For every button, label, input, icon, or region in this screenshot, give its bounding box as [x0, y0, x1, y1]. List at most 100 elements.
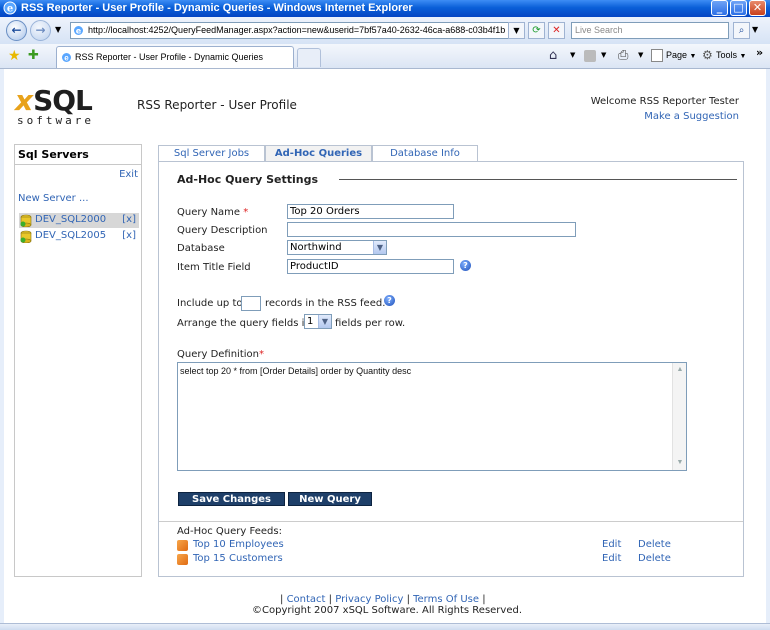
history-dropdown-icon[interactable]: ▼	[55, 25, 61, 34]
page-menu-button[interactable]: Page ▼	[666, 50, 696, 60]
feed-edit-link[interactable]: Edit	[602, 553, 621, 564]
new-server-link[interactable]: New Server ...	[18, 193, 89, 204]
tools-dropdown-icon: ▼	[739, 53, 747, 60]
section-title: Ad-Hoc Query Settings	[177, 173, 319, 186]
footer-separator: |	[280, 594, 284, 605]
item-title-field-input[interactable]: ProductID	[287, 259, 454, 274]
query-name-input[interactable]: Top 20 Orders	[287, 204, 454, 219]
chevron-down-icon: ▼	[373, 241, 386, 254]
feeds-header: Ad-Hoc Query Feeds:	[177, 526, 282, 537]
feed-edit-link[interactable]: Edit	[602, 539, 621, 550]
address-dropdown-button[interactable]: ▼	[508, 22, 525, 39]
database-select[interactable]: Northwind ▼	[287, 240, 387, 255]
fields-per-row-select[interactable]: 1 ▼	[304, 314, 332, 329]
search-options-icon[interactable]: ▼	[752, 25, 758, 34]
rss-icon	[177, 554, 188, 565]
remove-server-link[interactable]: [x]	[122, 230, 136, 241]
feed-link-top-15-customers[interactable]: Top 15 Customers	[193, 553, 283, 564]
section-divider	[339, 179, 737, 180]
search-button[interactable]: ⌕	[733, 22, 750, 39]
tab-ad-hoc-queries[interactable]: Ad-Hoc Queries	[265, 145, 372, 162]
browser-tab-title: RSS Reporter - User Profile - Dynamic Qu…	[75, 52, 264, 62]
copyright-text: ©Copyright 2007 xSQL Software. All Right…	[252, 605, 523, 616]
tab-sql-server-jobs[interactable]: Sql Server Jobs	[158, 145, 265, 161]
refresh-button[interactable]: ⟳	[528, 22, 545, 39]
database-icon	[20, 230, 32, 243]
feed-delete-link[interactable]: Delete	[638, 553, 671, 564]
footer-separator: |	[328, 594, 333, 605]
query-definition-label-text: Query Definition	[177, 349, 259, 360]
tools-menu-button[interactable]: Tools ▼	[716, 50, 746, 60]
textarea-scrollbar[interactable]: ▲ ▼	[672, 363, 686, 470]
browser-tab[interactable]: e RSS Reporter - User Profile - Dynamic …	[56, 46, 294, 68]
scroll-up-icon[interactable]: ▲	[674, 364, 686, 376]
stop-icon: ✕	[552, 25, 561, 36]
footer-links: | Contact | Privacy Policy | Terms Of Us…	[280, 594, 486, 605]
maximize-button[interactable]: □	[730, 0, 747, 16]
home-dropdown-icon[interactable]: ▼	[570, 51, 575, 59]
svg-text:e: e	[76, 27, 82, 36]
feed-delete-link[interactable]: Delete	[638, 539, 671, 550]
database-icon	[20, 214, 32, 227]
database-select-value: Northwind	[290, 242, 342, 253]
remove-server-link[interactable]: [x]	[122, 214, 136, 225]
privacy-policy-link[interactable]: Privacy Policy	[335, 594, 403, 605]
database-label: Database	[177, 243, 225, 254]
gear-icon: ⚙	[702, 48, 713, 62]
window-titlebar: e RSS Reporter - User Profile - Dynamic …	[0, 0, 770, 17]
svg-text:e: e	[7, 4, 13, 15]
tab-page-icon: e	[62, 53, 71, 63]
stop-button[interactable]: ✕	[548, 22, 565, 39]
scroll-down-icon[interactable]: ▼	[674, 457, 686, 469]
add-favorites-icon[interactable]: ✚	[28, 48, 39, 63]
server-name: DEV_SQL2005	[35, 230, 107, 241]
rss-icon	[177, 540, 188, 551]
feeds-dropdown-icon[interactable]: ▼	[601, 51, 606, 59]
new-tab-button[interactable]	[297, 48, 321, 67]
feeds-icon[interactable]	[584, 50, 596, 62]
include-prefix-text: Include up to	[177, 298, 243, 309]
query-definition-text: select top 20 * from [Order Details] ord…	[180, 366, 412, 376]
back-arrow-icon: ←	[11, 23, 22, 37]
page-menu-icon	[651, 49, 663, 62]
help-icon[interactable]: ?	[384, 295, 395, 306]
page-title: RSS Reporter - User Profile	[137, 98, 297, 112]
footer-separator: |	[482, 594, 486, 605]
query-name-label-text: Query Name	[177, 207, 241, 218]
contact-link[interactable]: Contact	[287, 594, 326, 605]
address-toolbar: ← → ▼ e http://localhost:4252/QueryFeedM…	[0, 17, 770, 44]
query-definition-textarea[interactable]: select top 20 * from [Order Details] ord…	[177, 362, 687, 471]
chevron-more-icon[interactable]: »	[756, 46, 763, 59]
minimize-button[interactable]: _	[711, 0, 728, 16]
address-url: http://localhost:4252/QueryFeedManager.a…	[88, 25, 506, 35]
page-icon: e	[74, 26, 83, 36]
forward-arrow-icon: →	[35, 23, 46, 37]
back-button[interactable]: ←	[6, 20, 27, 41]
favorites-star-icon[interactable]: ★	[8, 48, 21, 64]
chevron-down-icon: ▼	[318, 315, 331, 328]
help-icon[interactable]: ?	[460, 260, 471, 271]
terms-of-use-link[interactable]: Terms Of Use	[413, 594, 479, 605]
server-name: DEV_SQL2000	[35, 214, 107, 225]
query-description-input[interactable]	[287, 222, 576, 237]
close-window-button[interactable]: ✕	[749, 0, 766, 16]
print-icon[interactable]: ⎙	[618, 48, 628, 63]
new-query-button[interactable]: New Query	[288, 492, 372, 506]
sidebar-item-dev-sql2000[interactable]: DEV_SQL2000 [x]	[19, 213, 139, 228]
exit-link[interactable]: Exit	[119, 169, 138, 180]
tab-database-info[interactable]: Database Info	[372, 145, 478, 161]
fields-per-row-value: 1	[307, 316, 314, 327]
home-icon[interactable]: ⌂	[549, 48, 557, 63]
search-input[interactable]: Live Search	[571, 22, 729, 39]
query-name-label: Query Name *	[177, 207, 248, 218]
save-changes-button[interactable]: Save Changes	[178, 492, 285, 506]
arrange-prefix-text: Arrange the query fields in	[177, 318, 311, 329]
feed-link-top-10-employees[interactable]: Top 10 Employees	[193, 539, 284, 550]
forward-button[interactable]: →	[30, 20, 51, 41]
make-suggestion-link[interactable]: Make a Suggestion	[560, 111, 739, 122]
record-count-input[interactable]	[241, 296, 261, 311]
print-dropdown-icon[interactable]: ▼	[638, 51, 643, 59]
logo-sql: SQL	[33, 84, 93, 117]
sidebar-item-dev-sql2005[interactable]: DEV_SQL2005 [x]	[19, 229, 139, 244]
address-bar[interactable]: e http://localhost:4252/QueryFeedManager…	[70, 22, 523, 39]
